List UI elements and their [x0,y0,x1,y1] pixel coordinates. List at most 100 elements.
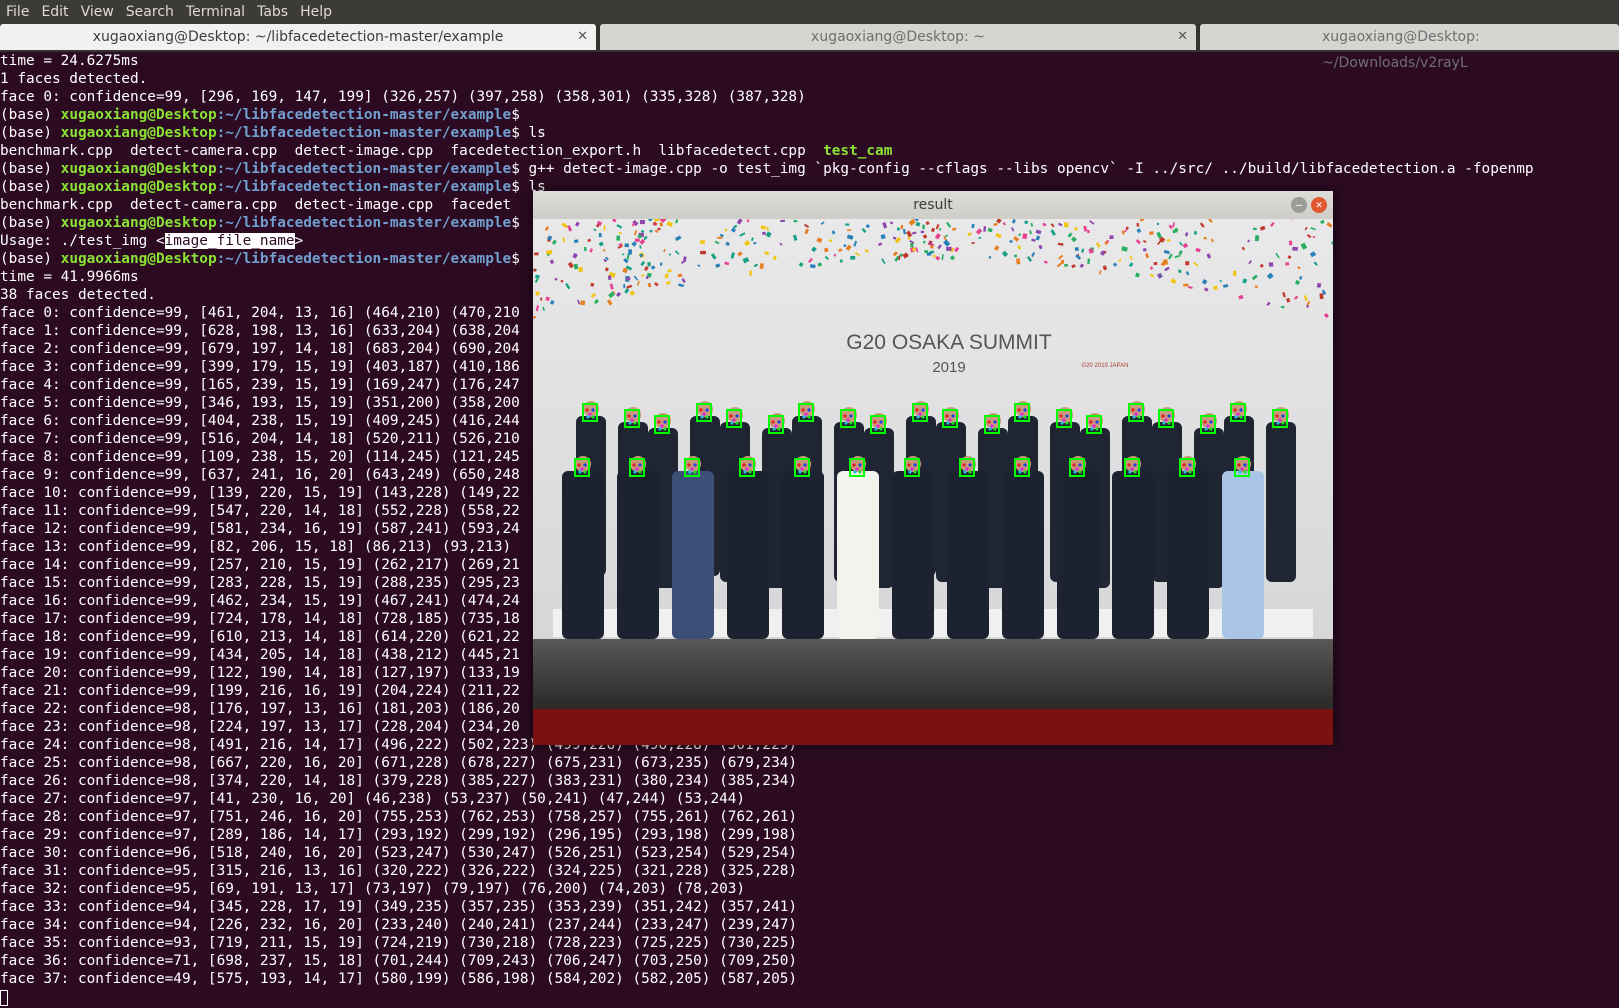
landmark-dot [1131,408,1135,412]
landmark-dot [1065,414,1069,418]
confetti-piece [922,224,925,230]
landmark-dot [638,470,642,474]
face-result-line: face 25: confidence=98, [667, 220, 16, 2… [0,755,798,771]
landmark-dot [687,463,691,467]
landmark-dot [946,421,950,425]
landmark-dot [1167,414,1171,418]
landmark-dot [968,470,972,474]
face-result-line: face 8: confidence=99, [109, 238, 15, 20… [0,449,520,465]
menu-edit[interactable]: Edit [35,4,74,20]
landmark-dot [1130,467,1134,471]
landmark-dot [1281,414,1285,418]
terminal-line: face 30: confidence=96, [518, 240, 16, 2… [0,844,1619,862]
face-result-line: face 37: confidence=49, [575, 193, 14, 1… [0,971,798,987]
confetti-piece [717,236,723,239]
command: g++ detect-image.cpp -o test_img `pkg-co… [528,161,1534,177]
landmark-dot [1275,414,1279,418]
person [617,456,659,639]
menu-bar: File Edit View Search Terminal Tabs Help [0,0,1619,24]
face-result-line: face 11: confidence=99, [547, 220, 14, 1… [0,503,520,519]
prompt-path: :~/libfacedetection-master/example [216,107,512,123]
window-titlebar[interactable]: result – ✕ [533,191,1333,219]
landmark-dot [1236,412,1240,416]
confetti-piece [910,242,914,248]
terminal-text: > [294,233,304,249]
terminal-text: face 0: confidence=99, [296, 169, 147, 1… [0,89,806,105]
face-result-line: face 29: confidence=97, [289, 186, 14, 1… [0,827,798,843]
landmark-dot [635,467,639,471]
confetti-piece [573,263,579,270]
prompt-env: (base) [0,215,61,231]
landmark-dot [945,414,949,418]
landmark-dot [702,412,706,416]
confetti-piece [1183,283,1189,287]
landmark-dot [1240,467,1244,471]
landmark-dot [844,421,848,425]
landmark-dot [858,463,862,467]
menu-view[interactable]: View [75,4,120,20]
face-result-line: face 14: confidence=99, [257, 210, 15, 1… [0,557,520,573]
landmark-dot [1234,415,1238,419]
tab-downloads[interactable]: xugaoxiang@Desktop: ~/Downloads/v2rayL [1200,24,1619,71]
confetti-piece [700,250,706,255]
menu-tabs[interactable]: Tabs [251,4,294,20]
menu-file[interactable]: File [0,4,35,20]
prompt-symbol: $ [511,251,529,267]
minimize-icon[interactable]: – [1291,197,1307,213]
menu-help[interactable]: Help [294,4,338,20]
confetti-piece [1156,222,1159,225]
prompt-user: xugaoxiang@Desktop [60,161,217,177]
landmark-dot [1132,415,1136,419]
confetti-piece [760,225,766,230]
landmark-dot [774,424,778,428]
menu-search[interactable]: Search [120,4,180,20]
confetti-piece [780,219,786,223]
landmark-dot [876,424,880,428]
landmark-dot [962,463,966,467]
terminal-line: face 31: confidence=95, [315, 216, 13, 1… [0,862,1619,880]
close-icon[interactable]: ✕ [1177,24,1188,50]
confetti-piece [929,241,932,245]
terminal-line: face 32: confidence=95, [69, 191, 13, 17… [0,880,1619,898]
landmark-dot [1090,427,1094,431]
g20-logo: G20 2019 JAPAN [1082,363,1129,369]
landmark-dot [777,427,781,431]
tab-example[interactable]: xugaoxiang@Desktop: ~/libfacedetection-m… [0,24,596,50]
confetti-piece [1163,259,1168,266]
confetti-piece [923,240,926,244]
landmark-dot [879,427,883,431]
banner-title: G20 OSAKA SUMMIT [846,331,1052,354]
person [1057,456,1099,639]
prompt-user: xugaoxiang@Desktop [60,251,217,267]
confetti-piece [1319,293,1324,300]
landmark-dot [690,467,694,471]
close-icon[interactable]: ✕ [577,24,588,50]
landmark-dot [1020,412,1024,416]
confetti-piece [1063,222,1069,228]
landmark-dot [1162,421,1166,425]
confetti-piece [1142,248,1147,252]
landmark-dot [1023,463,1027,467]
prompt-user: xugaoxiang@Desktop [60,215,217,231]
executable-file: test_cam [823,143,893,159]
confetti-piece [535,274,540,279]
close-icon[interactable]: ✕ [1311,197,1327,213]
landmark-dot [993,427,997,431]
menu-terminal[interactable]: Terminal [180,4,251,20]
landmark-dot [1204,427,1208,431]
confetti-piece [540,297,543,301]
result-image: G20 OSAKA SUMMIT 2019 G20 2019 JAPAN [533,219,1333,745]
landmark-dot [633,470,637,474]
landmark-dot [1164,418,1168,422]
landmark-dot [1018,470,1022,474]
landmark-dot [1133,463,1137,467]
landmark-dot [771,420,775,424]
landmark-dot [1095,427,1099,431]
tab-home[interactable]: xugaoxiang@Desktop: ~ ✕ [600,24,1196,50]
confetti-piece [584,246,587,252]
result-window[interactable]: result – ✕ G20 OSAKA SUMMIT 2019 G20 201… [533,191,1333,745]
landmark-dot [1209,427,1213,431]
confetti-piece [1285,262,1290,266]
confetti-piece [762,231,766,236]
landmark-dot [1023,408,1027,412]
